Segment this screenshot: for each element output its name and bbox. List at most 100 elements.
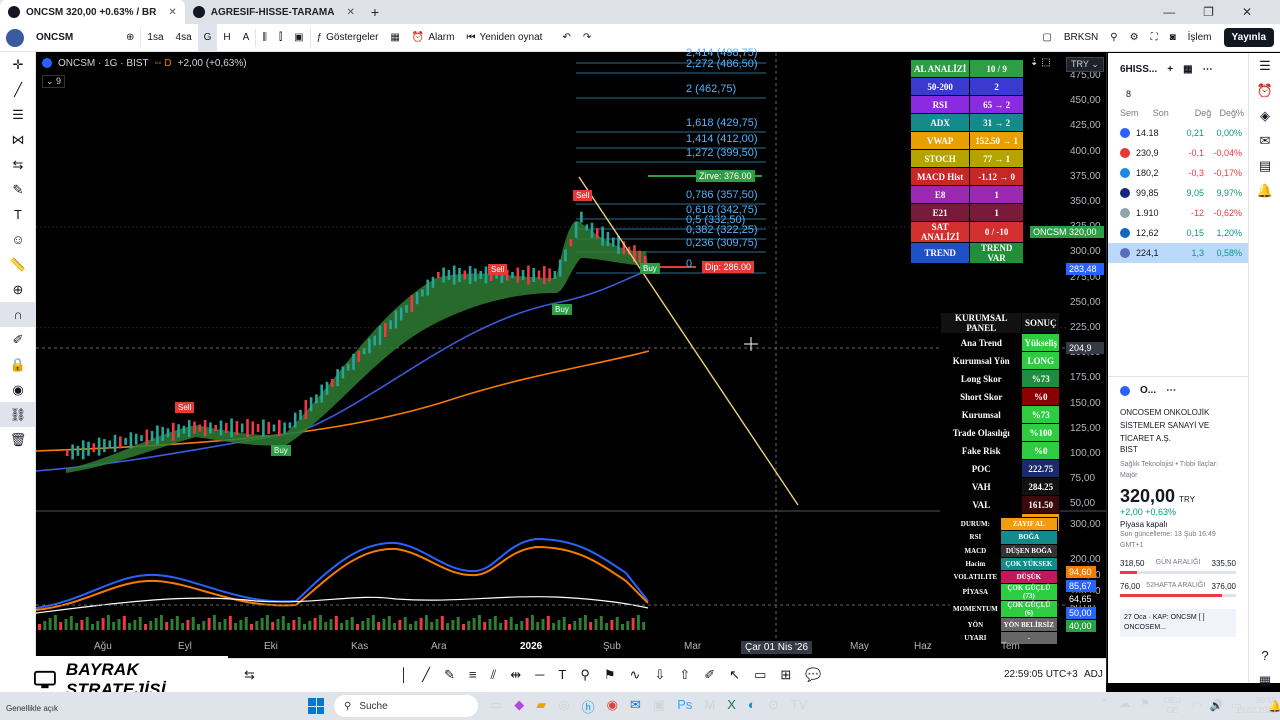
outlook-icon[interactable]: ✉: [630, 697, 641, 716]
text-icon[interactable]: T: [558, 667, 566, 683]
rect-icon[interactable]: ▭: [754, 667, 766, 683]
details-menu-icon[interactable]: ⋯: [1166, 385, 1176, 396]
interval-week[interactable]: H: [217, 24, 236, 52]
bars-icon[interactable]: ⫿: [273, 24, 288, 52]
snapshot-icon[interactable]: ◙: [1164, 24, 1182, 52]
explorer-icon[interactable]: ▰: [536, 697, 546, 716]
language-indicator[interactable]: DEU DE: [1164, 696, 1181, 716]
excel-icon[interactable]: X: [727, 697, 736, 716]
settings-icon[interactable]: ⚙: [1124, 24, 1145, 52]
new-tab-button[interactable]: +: [363, 0, 387, 24]
start-icon[interactable]: [308, 698, 324, 714]
interval-4h[interactable]: 4sa: [170, 24, 198, 52]
compare-icon[interactable]: ▣: [288, 24, 309, 52]
text-icon[interactable]: T: [0, 202, 36, 227]
pin-icon[interactable]: ⚲: [580, 667, 590, 683]
m-icon[interactable]: M: [704, 697, 715, 716]
hp-icon[interactable]: ⓗ: [582, 697, 595, 716]
interval-day[interactable]: G: [197, 23, 218, 52]
path-icon[interactable]: ∿: [630, 667, 641, 683]
lock-icon[interactable]: 🔒: [0, 352, 36, 377]
tray-chevron-icon[interactable]: ⌃: [1100, 697, 1109, 710]
comment-icon[interactable]: 💬: [805, 667, 821, 683]
candle-type-icon[interactable]: ⫼: [256, 24, 273, 52]
chrome-icon[interactable]: ◉: [607, 697, 618, 716]
trash-icon[interactable]: 🗑: [0, 427, 36, 452]
ruler-icon[interactable]: 📏: [0, 252, 36, 277]
minimize-icon[interactable]: —: [1163, 5, 1175, 19]
layout-icon[interactable]: ▢: [1036, 24, 1057, 52]
fib-icon[interactable]: ≡: [469, 667, 477, 683]
fullscreen-icon[interactable]: ⛶: [1145, 24, 1164, 52]
news-item[interactable]: 27 Oca · KAP: ONCSM [ ] ONCOSEM...: [1120, 609, 1236, 637]
crosshair-icon[interactable]: ✛: [0, 52, 36, 77]
trendline-icon[interactable]: ╱: [0, 77, 36, 102]
calendar-icon[interactable]: ▤: [1249, 153, 1280, 178]
notification-icon[interactable]: 🔔: [1268, 700, 1280, 713]
watchlist-row[interactable]: 99,85 9,05 9,97%: [1108, 183, 1248, 203]
trade-button[interactable]: İşlem: [1182, 24, 1218, 52]
close-window-icon[interactable]: ✕: [1242, 5, 1252, 19]
channel-icon[interactable]: ⫽: [490, 667, 496, 683]
watchlist-row[interactable]: 224,1 1,3 0,58%: [1108, 243, 1248, 263]
watchlist-row[interactable]: 1.910 -12 -0,62%: [1108, 203, 1248, 223]
zoom-icon[interactable]: ⊕: [0, 277, 36, 302]
watchlist-title[interactable]: 6HISS...: [1120, 64, 1157, 75]
lock-drawing-icon[interactable]: ✐: [0, 327, 36, 352]
chart-area[interactable]: ONCSM · 1G · BIST ◦◦ D +2,00 (+0,63%) ⌄ …: [36, 47, 1106, 658]
watchlist-row[interactable]: 180,2 -0,3 -0,17%: [1108, 163, 1248, 183]
search-icon[interactable]: ⚲: [1104, 24, 1123, 52]
panel-controls[interactable]: ⇣ ⬚: [1030, 57, 1051, 68]
alerts-icon[interactable]: ⏰: [1249, 78, 1280, 103]
flag-icon[interactable]: ⚑: [1140, 697, 1150, 710]
interval-1h[interactable]: 1sa: [141, 24, 169, 52]
date-range-icon[interactable]: ⇆: [244, 667, 255, 683]
vline-icon[interactable]: │: [400, 667, 408, 683]
symbol-search[interactable]: ONCSM: [30, 24, 120, 52]
close-tab-icon[interactable]: ✕: [168, 7, 176, 18]
browser-tab-agresif[interactable]: AGRESIF-HISSE-TARAMA ✕: [185, 0, 363, 24]
watchlist-row[interactable]: 14.18 0,21 0,00%: [1108, 123, 1248, 143]
add-symbol-icon[interactable]: +: [1167, 64, 1173, 75]
arrow-down-icon[interactable]: ⇩: [654, 667, 665, 683]
clock-display[interactable]: 22:59:05 UTC+3: [1004, 669, 1078, 680]
more-icon[interactable]: ⋯: [1203, 64, 1213, 75]
templates-icon[interactable]: ▦: [384, 24, 405, 52]
interval-month[interactable]: A: [237, 24, 256, 52]
alert-button[interactable]: ⏰ Alarm: [406, 24, 461, 52]
indicator-count[interactable]: ⌄ 9: [42, 75, 66, 88]
browser-tab-oncsm[interactable]: ONCSM 320,00 +0.63% / BR ✕: [0, 0, 185, 24]
watchlist-layout-icon[interactable]: ▦: [1183, 64, 1192, 75]
arrow-up-icon[interactable]: ⇧: [679, 667, 690, 683]
grid-icon[interactable]: ▦: [1249, 668, 1280, 693]
eye-icon[interactable]: ◉: [0, 377, 36, 402]
watchlist-row[interactable]: 230,9 -0,1 -0,04%: [1108, 143, 1248, 163]
flag-icon[interactable]: ⚑: [604, 667, 616, 683]
close-tab-icon[interactable]: ✕: [346, 7, 354, 18]
watchlist-icon[interactable]: ☰: [1249, 53, 1280, 78]
wifi-icon[interactable]: ◠: [1192, 699, 1202, 712]
watchlist-row[interactable]: 12,62 0,15 1,20%: [1108, 223, 1248, 243]
edge-icon[interactable]: ◐: [748, 697, 756, 716]
volume-icon[interactable]: 🔊: [1210, 699, 1224, 712]
publish-button[interactable]: Yayınla: [1223, 28, 1274, 47]
task-view-icon[interactable]: ▭: [490, 697, 502, 716]
capture-icon[interactable]: ⊙: [768, 697, 779, 716]
photoshop-icon[interactable]: Ps: [677, 697, 692, 716]
maximize-icon[interactable]: ❐: [1203, 5, 1214, 19]
fib-icon[interactable]: ☰: [0, 102, 36, 127]
hline-icon[interactable]: ─: [535, 667, 544, 683]
layers-icon[interactable]: ◈: [1249, 103, 1280, 128]
store-icon[interactable]: ▣: [653, 697, 665, 716]
prediction-icon[interactable]: ⇆: [0, 152, 36, 177]
redo-icon[interactable]: ↷: [577, 24, 597, 52]
cloud-icon[interactable]: ☁: [1119, 697, 1130, 710]
layout-name[interactable]: BRKSN: [1058, 24, 1104, 52]
replay-button[interactable]: ⏮ Yeniden oynat: [460, 24, 548, 52]
link-icon[interactable]: ⛓: [0, 402, 36, 427]
copilot-icon[interactable]: ◆: [514, 697, 524, 716]
plus-icon[interactable]: ⊕: [120, 24, 140, 52]
obs-icon[interactable]: ◎: [558, 697, 569, 716]
pattern-icon[interactable]: ⋈: [0, 127, 36, 152]
ray-icon[interactable]: ╱: [422, 667, 430, 683]
